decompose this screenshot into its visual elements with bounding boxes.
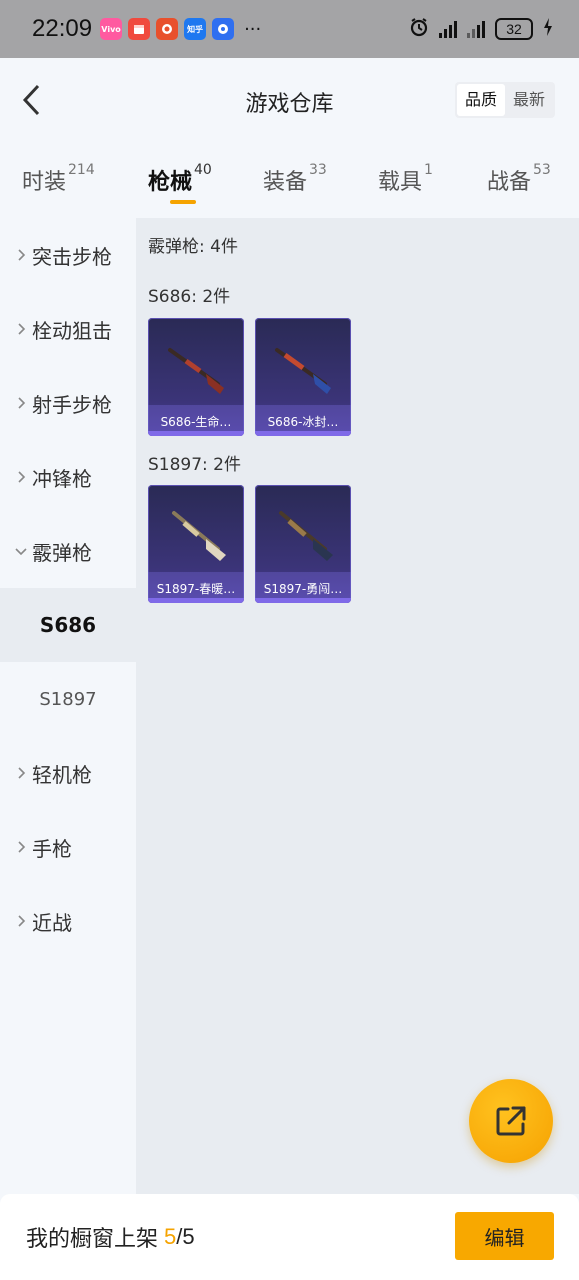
status-app-icons: Vivo 知乎 ··· (100, 18, 261, 40)
sidebar-item-label: 栓动狙击 (32, 318, 112, 343)
shotgun-image (168, 348, 224, 394)
calendar-app-icon (128, 18, 151, 40)
group-heading-s686: S686: 2件 (148, 287, 231, 307)
chevron-right-icon (12, 470, 30, 484)
sidebar-item-marksman-rifle[interactable]: 射手步枪 (0, 366, 136, 440)
header: 游戏仓库 品质 最新 (0, 58, 579, 144)
chevron-right-icon (12, 396, 30, 410)
shotgun-image (275, 348, 331, 394)
sidebar-subitem-s1897[interactable]: S1897 (0, 662, 136, 736)
vivo-app-icon: Vivo (100, 18, 123, 40)
sidebar-item-lmg[interactable]: 轻机枪 (0, 736, 136, 810)
tab-count: 40 (194, 162, 212, 178)
status-right: 32 (409, 17, 553, 41)
skin-card-label: S686-生命… (160, 415, 232, 429)
group-heading-s1897: S1897: 2件 (148, 455, 242, 475)
tab-firearms[interactable]: 枪械 40 (148, 162, 212, 204)
signal-icon (439, 20, 457, 38)
tab-combat-gear[interactable]: 战备 53 (487, 162, 551, 196)
app-store-icon (212, 18, 235, 40)
sidebar-item-label: 射手步枪 (32, 392, 112, 417)
status-bar: 22:09 Vivo 知乎 ··· 32 (0, 0, 579, 58)
skin-card-label: S1897-勇闯… (263, 582, 343, 596)
sidebar-item-label: 轻机枪 (32, 762, 92, 787)
chevron-right-icon (12, 840, 30, 854)
tab-equipment[interactable]: 装备 33 (263, 162, 327, 196)
sidebar-item-label: 突击步枪 (32, 244, 112, 269)
sort-option-quality[interactable]: 品质 (456, 84, 505, 116)
tab-count: 1 (424, 162, 433, 178)
weapon-type-sidebar: 突击步枪 栓动狙击 射手步枪 冲锋枪 霰弹枪 S686 S1897 轻机枪 手枪… (0, 218, 136, 1194)
skin-card[interactable]: S1897-勇闯… (255, 485, 351, 603)
rarity-bar (255, 431, 351, 436)
sidebar-item-shotgun[interactable]: 霰弹枪 (0, 514, 136, 588)
status-time: 22:09 (32, 15, 93, 42)
skin-card[interactable]: S1897-春暖… (148, 485, 244, 603)
tab-vehicles[interactable]: 载具 1 (378, 162, 433, 196)
shotgun-image (279, 511, 333, 561)
skin-card-label: S686-冰封… (267, 415, 339, 429)
sidebar-subitem-s686[interactable]: S686 (0, 588, 136, 662)
skin-card[interactable]: S686-生命… (148, 318, 244, 436)
more-notifications-indicator: ··· (244, 18, 262, 40)
skin-card-label: S1897-春暖… (156, 582, 236, 596)
sort-option-latest[interactable]: 最新 (505, 84, 553, 116)
edit-button[interactable]: 编辑 (455, 1212, 554, 1260)
tab-count: 214 (68, 162, 95, 178)
showcase-label: 我的橱窗上架 (26, 1227, 159, 1252)
tab-label: 装备 (263, 170, 308, 195)
sidebar-item-label: 手枪 (32, 836, 72, 861)
sidebar-item-pistol[interactable]: 手枪 (0, 810, 136, 884)
chevron-down-icon (12, 547, 30, 556)
active-tab-indicator (170, 200, 196, 204)
category-count-heading: 霰弹枪: 4件 (148, 237, 238, 257)
showcase-count: 5/5 (164, 1224, 195, 1250)
sort-toggle: 品质 最新 (454, 82, 555, 118)
sidebar-item-bolt-sniper[interactable]: 栓动狙击 (0, 292, 136, 366)
rarity-bar (255, 598, 351, 603)
category-tabs: 时装 214 枪械 40 装备 33 载具 1 战备 53 (0, 144, 579, 218)
chevron-right-icon (12, 914, 30, 928)
alarm-icon (409, 17, 429, 41)
battery-indicator: 32 (495, 18, 533, 40)
showcase-bar: 我的橱窗上架 5/5 编辑 (0, 1194, 579, 1280)
rarity-bar (148, 598, 244, 603)
zhihu-app-icon: 知乎 (184, 18, 207, 40)
tab-count: 33 (309, 162, 327, 178)
tab-label: 时装 (22, 170, 67, 195)
rarity-bar (148, 431, 244, 436)
sidebar-item-label: 近战 (32, 910, 72, 935)
signal-icon-2 (467, 20, 485, 38)
sidebar-item-smg[interactable]: 冲锋枪 (0, 440, 136, 514)
sidebar-item-melee[interactable]: 近战 (0, 884, 136, 958)
chevron-right-icon (12, 766, 30, 780)
sidebar-item-assault-rifle[interactable]: 突击步枪 (0, 218, 136, 292)
chevron-right-icon (12, 322, 30, 336)
shotgun-image (172, 511, 226, 561)
item-grid-panel: 霰弹枪: 4件 S686: 2件 S686-生命… S686-冰封… S1897… (136, 218, 579, 1194)
tab-count: 53 (533, 162, 551, 178)
showcase-count-current: 5 (164, 1224, 177, 1249)
pdd-app-icon (156, 18, 179, 40)
tab-fashion[interactable]: 时装 214 (22, 162, 95, 196)
tab-label: 载具 (378, 170, 423, 195)
tab-label: 枪械 (148, 170, 193, 195)
share-fab-button[interactable] (469, 1079, 553, 1163)
external-link-icon (496, 1106, 526, 1136)
showcase-count-total: /5 (176, 1224, 195, 1249)
sidebar-item-label: 冲锋枪 (32, 466, 92, 491)
tab-label: 战备 (487, 170, 532, 195)
chevron-right-icon (12, 248, 30, 262)
charging-icon (543, 18, 553, 40)
skin-card[interactable]: S686-冰封… (255, 318, 351, 436)
sidebar-item-label: 霰弹枪 (32, 540, 92, 565)
